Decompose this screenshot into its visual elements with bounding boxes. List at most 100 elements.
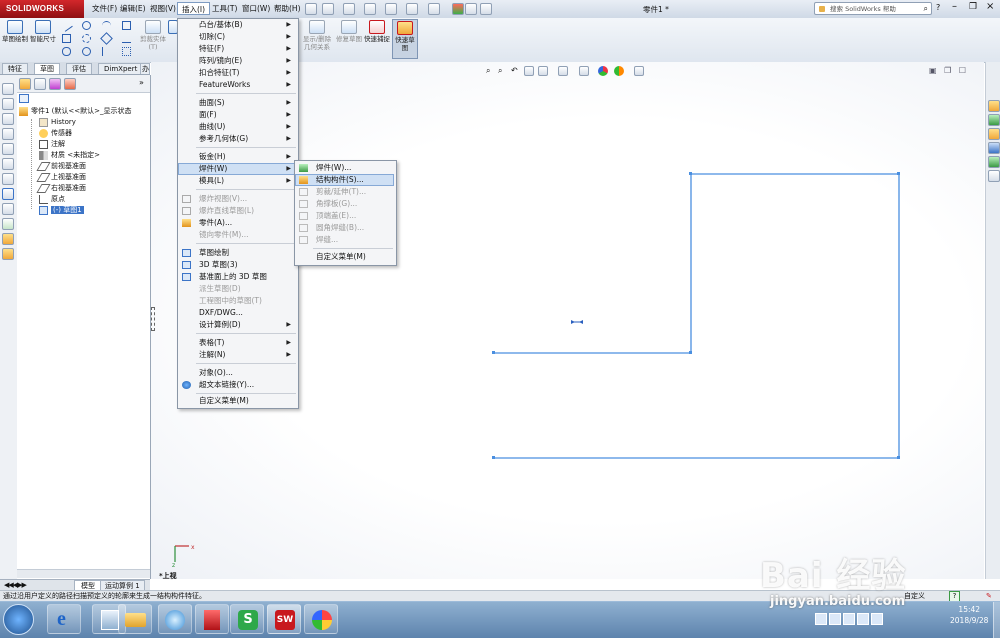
arc-icon[interactable] [82, 34, 91, 43]
tree-item-origin[interactable]: 原点 [39, 194, 65, 205]
expand-panel-icon[interactable]: » [139, 78, 144, 87]
volume-icon[interactable] [871, 613, 883, 625]
options-icon[interactable] [480, 3, 492, 15]
panel-scrollbar[interactable] [17, 569, 150, 578]
insert-menu-item[interactable]: 切除(C) ▶ [178, 31, 296, 43]
circle-icon[interactable] [82, 21, 91, 30]
appearances-icon[interactable] [988, 156, 1000, 168]
file-properties-icon[interactable] [465, 3, 477, 15]
restore-icon[interactable]: ❐ [969, 2, 977, 12]
view-icon-2[interactable] [2, 98, 14, 110]
undo-icon[interactable] [406, 3, 418, 15]
tray-icon-1[interactable] [815, 613, 827, 625]
filter-icon[interactable] [19, 94, 29, 103]
insert-menu-item[interactable]: 草图绘制 [178, 247, 296, 259]
insert-menu-item[interactable]: DXF/DWG... [178, 307, 296, 319]
menu-window[interactable]: 窗口(W) [238, 2, 274, 15]
tab-sketch[interactable]: 草图 [34, 63, 60, 74]
insert-menu-item[interactable]: 爆炸视图(V)... [178, 193, 296, 205]
insert-menu-item[interactable]: 阵列/镜向(E) ▶ [178, 55, 296, 67]
rapid-sketch-button[interactable]: 快速草图 [392, 19, 418, 59]
minimize-icon[interactable]: – [952, 1, 957, 12]
tab-model[interactable]: 模型 [74, 580, 102, 590]
configuration-manager-tab-icon[interactable] [49, 78, 61, 90]
view-icon-3[interactable] [2, 113, 14, 125]
tool-icon-12[interactable] [2, 248, 14, 260]
view-icon-4[interactable] [2, 128, 14, 140]
menu-help[interactable]: 帮助(H) [270, 2, 305, 15]
repair-sketch-button[interactable]: 修复草图 [336, 19, 362, 43]
insert-menu-item[interactable]: 曲线(U) ▶ [178, 121, 296, 133]
taskbar-ie[interactable]: e [47, 604, 81, 634]
insert-menu-item[interactable]: 基准面上的 3D 草图 [178, 271, 296, 283]
solidworks-logo[interactable]: SOLIDWORKS [0, 0, 84, 18]
insert-menu-item[interactable]: 超文本链接(Y)... [178, 379, 296, 391]
tree-item-sensors[interactable]: 传感器 [39, 128, 72, 139]
tool-icon-11[interactable] [2, 233, 14, 245]
point-icon[interactable] [122, 47, 131, 56]
insert-menu-item[interactable]: 表格(T) ▶ [178, 337, 296, 349]
view-icon-1[interactable] [2, 83, 14, 95]
taskbar-paint[interactable] [304, 604, 338, 634]
insert-menu-item[interactable]: 特征(F) ▶ [178, 43, 296, 55]
fillet-bead-item[interactable]: 圆角焊缝(B)... [295, 222, 394, 234]
network-icon[interactable] [857, 613, 869, 625]
rectangle-icon[interactable] [62, 34, 71, 43]
tree-item-history[interactable]: History [39, 117, 76, 128]
start-button[interactable] [3, 604, 34, 635]
gusset-item[interactable]: 角撑板(G)... [295, 198, 394, 210]
spline-icon[interactable] [102, 21, 111, 30]
sketch-button[interactable]: 草图绘制 [2, 19, 28, 43]
tab-dimxpert[interactable]: DimXpert [98, 63, 144, 74]
centerline-icon[interactable] [102, 47, 111, 56]
tab-motion-study[interactable]: 运动算例 1 [100, 580, 145, 590]
tray-icon-3[interactable] [843, 613, 855, 625]
insert-menu-item[interactable]: 镜向零件(M)... [178, 229, 296, 241]
smart-dimension-button[interactable]: 智能尺寸 [30, 19, 56, 43]
taskbar-pdf[interactable] [195, 604, 229, 634]
menu-tools[interactable]: 工具(T) [208, 2, 241, 15]
tab-office-products[interactable]: 办公室产品 [140, 63, 150, 74]
taskbar-explorer[interactable] [118, 604, 152, 634]
property-manager-tab-icon[interactable] [34, 78, 46, 90]
insert-menu-item[interactable]: FeatureWorks ▶ [178, 79, 296, 91]
insert-menu-item[interactable]: 面(F) ▶ [178, 109, 296, 121]
insert-menu-item[interactable]: 参考几何体(G) ▶ [178, 133, 296, 145]
clock[interactable]: 15:42 2018/9/28 [950, 604, 988, 626]
insert-menu-item[interactable]: 曲面(S) ▶ [178, 97, 296, 109]
quick-snaps-button[interactable]: 快速捕捉 [364, 19, 390, 43]
design-library-icon[interactable] [988, 114, 1000, 126]
relations-button[interactable]: 显示/删除几何关系 [300, 19, 334, 51]
insert-menu-item[interactable]: 注解(N) ▶ [178, 349, 296, 361]
select-icon[interactable] [428, 3, 440, 15]
insert-menu-item[interactable]: 自定义菜单(M) [178, 395, 296, 407]
insert-menu-item[interactable]: 爆炸直线草图(L) [178, 205, 296, 217]
insert-menu-item[interactable]: 钣金(H) ▶ [178, 151, 296, 163]
weldment-item[interactable]: 焊件(W)... [295, 162, 394, 174]
close-icon[interactable]: × [986, 1, 994, 12]
menu-edit[interactable]: 编辑(E) [116, 2, 150, 15]
menu-insert[interactable]: 插入(I) [177, 2, 211, 15]
insert-menu-item[interactable]: 工程图中的草图(T) [178, 295, 296, 307]
polygon-icon[interactable] [100, 32, 113, 45]
taskbar-app-bird[interactable] [158, 604, 192, 634]
insert-menu-item[interactable]: 零件(A)... [178, 217, 296, 229]
ellipse-icon[interactable] [82, 47, 91, 56]
tree-item-front-plane[interactable]: 前视基准面 [36, 161, 86, 172]
rebuild-icon[interactable] [452, 3, 464, 15]
view-icon-6[interactable] [2, 158, 14, 170]
save-icon[interactable] [364, 3, 376, 15]
trim-extend-item[interactable]: 剪裁/延伸(T)... [295, 186, 394, 198]
insert-menu-item[interactable]: 对象(O)... [178, 367, 296, 379]
open-folder-icon[interactable] [343, 3, 355, 15]
show-desktop-button[interactable] [993, 602, 1000, 638]
tree-item-annotations[interactable]: 注解 [39, 139, 65, 150]
custom-properties-icon[interactable] [988, 170, 1000, 182]
taskbar-solidworks[interactable]: SW [267, 604, 301, 634]
insert-menu-item[interactable]: 派生草图(D) [178, 283, 296, 295]
view-icon-7[interactable] [2, 173, 14, 185]
customize-menu-item[interactable]: 自定义菜单(M) [295, 251, 394, 263]
insert-menu-item[interactable]: 3D 草图(3) [178, 259, 296, 271]
display-manager-tab-icon[interactable] [64, 78, 76, 90]
menu-view[interactable]: 视图(V) [146, 2, 180, 15]
